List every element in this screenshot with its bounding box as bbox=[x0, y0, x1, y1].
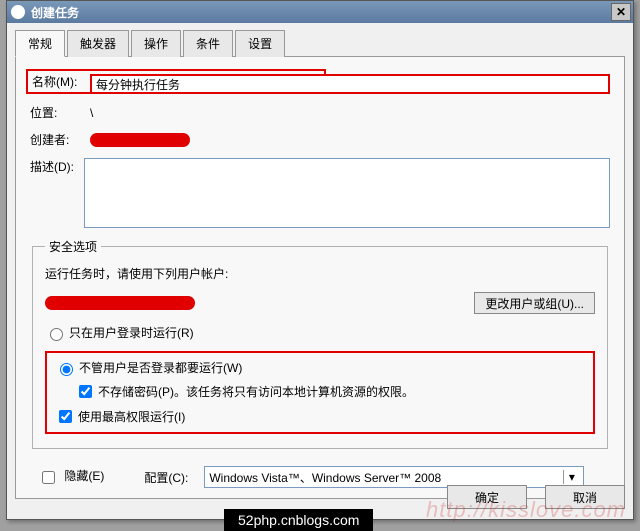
description-input[interactable] bbox=[84, 158, 610, 228]
name-label: 名称(M): bbox=[32, 73, 92, 90]
description-label: 描述(D): bbox=[30, 158, 84, 175]
tab-conditions[interactable]: 条件 bbox=[183, 30, 233, 57]
location-label: 位置: bbox=[30, 104, 90, 121]
radio-run-whether-logged-label: 不管用户是否登录都要运行(W) bbox=[79, 359, 242, 376]
radio-run-whether-logged[interactable] bbox=[60, 363, 73, 376]
name-input[interactable] bbox=[90, 74, 610, 94]
security-legend: 安全选项 bbox=[45, 238, 101, 255]
checkbox-highest-privileges[interactable] bbox=[59, 410, 72, 423]
close-button[interactable]: ✕ bbox=[611, 3, 631, 21]
app-icon bbox=[11, 5, 25, 19]
tab-general[interactable]: 常规 bbox=[15, 30, 65, 57]
location-value: \ bbox=[90, 106, 93, 120]
cancel-button[interactable]: 取消 bbox=[545, 485, 625, 509]
author-value-redacted bbox=[90, 133, 190, 147]
source-attribution: 52php.cnblogs.com bbox=[224, 509, 373, 531]
radio-only-logged-on[interactable] bbox=[50, 328, 63, 341]
author-label: 创建者: bbox=[30, 131, 90, 148]
window-title: 创建任务 bbox=[31, 4, 79, 21]
checkbox-no-store-password-label: 不存储密码(P)。该任务将只有访问本地计算机资源的权限。 bbox=[98, 383, 414, 400]
checkbox-no-store-password[interactable] bbox=[79, 385, 92, 398]
change-user-button[interactable]: 更改用户或组(U)... bbox=[474, 292, 595, 314]
radio-only-logged-on-label: 只在用户登录时运行(R) bbox=[69, 324, 194, 341]
create-task-dialog: 创建任务 ✕ 常规 触发器 操作 条件 设置 名称(M): . 位置: \ bbox=[6, 0, 634, 520]
ok-button[interactable]: 确定 bbox=[447, 485, 527, 509]
tab-settings[interactable]: 设置 bbox=[235, 30, 285, 57]
checkbox-highest-privileges-label: 使用最高权限运行(I) bbox=[78, 408, 185, 425]
run-as-account-redacted bbox=[45, 296, 195, 310]
tab-actions[interactable]: 操作 bbox=[131, 30, 181, 57]
title-bar[interactable]: 创建任务 ✕ bbox=[7, 1, 633, 23]
security-options-group: 安全选项 运行任务时，请使用下列用户帐户: 更改用户或组(U)... 只在用户登… bbox=[32, 238, 608, 449]
run-as-label: 运行任务时，请使用下列用户帐户: bbox=[45, 265, 228, 282]
tab-panel-general: 名称(M): . 位置: \ 创建者: 描述(D): 安全选项 运行任务时，请使… bbox=[15, 57, 625, 499]
tab-triggers[interactable]: 触发器 bbox=[67, 30, 129, 57]
tab-strip: 常规 触发器 操作 条件 设置 bbox=[15, 29, 625, 57]
